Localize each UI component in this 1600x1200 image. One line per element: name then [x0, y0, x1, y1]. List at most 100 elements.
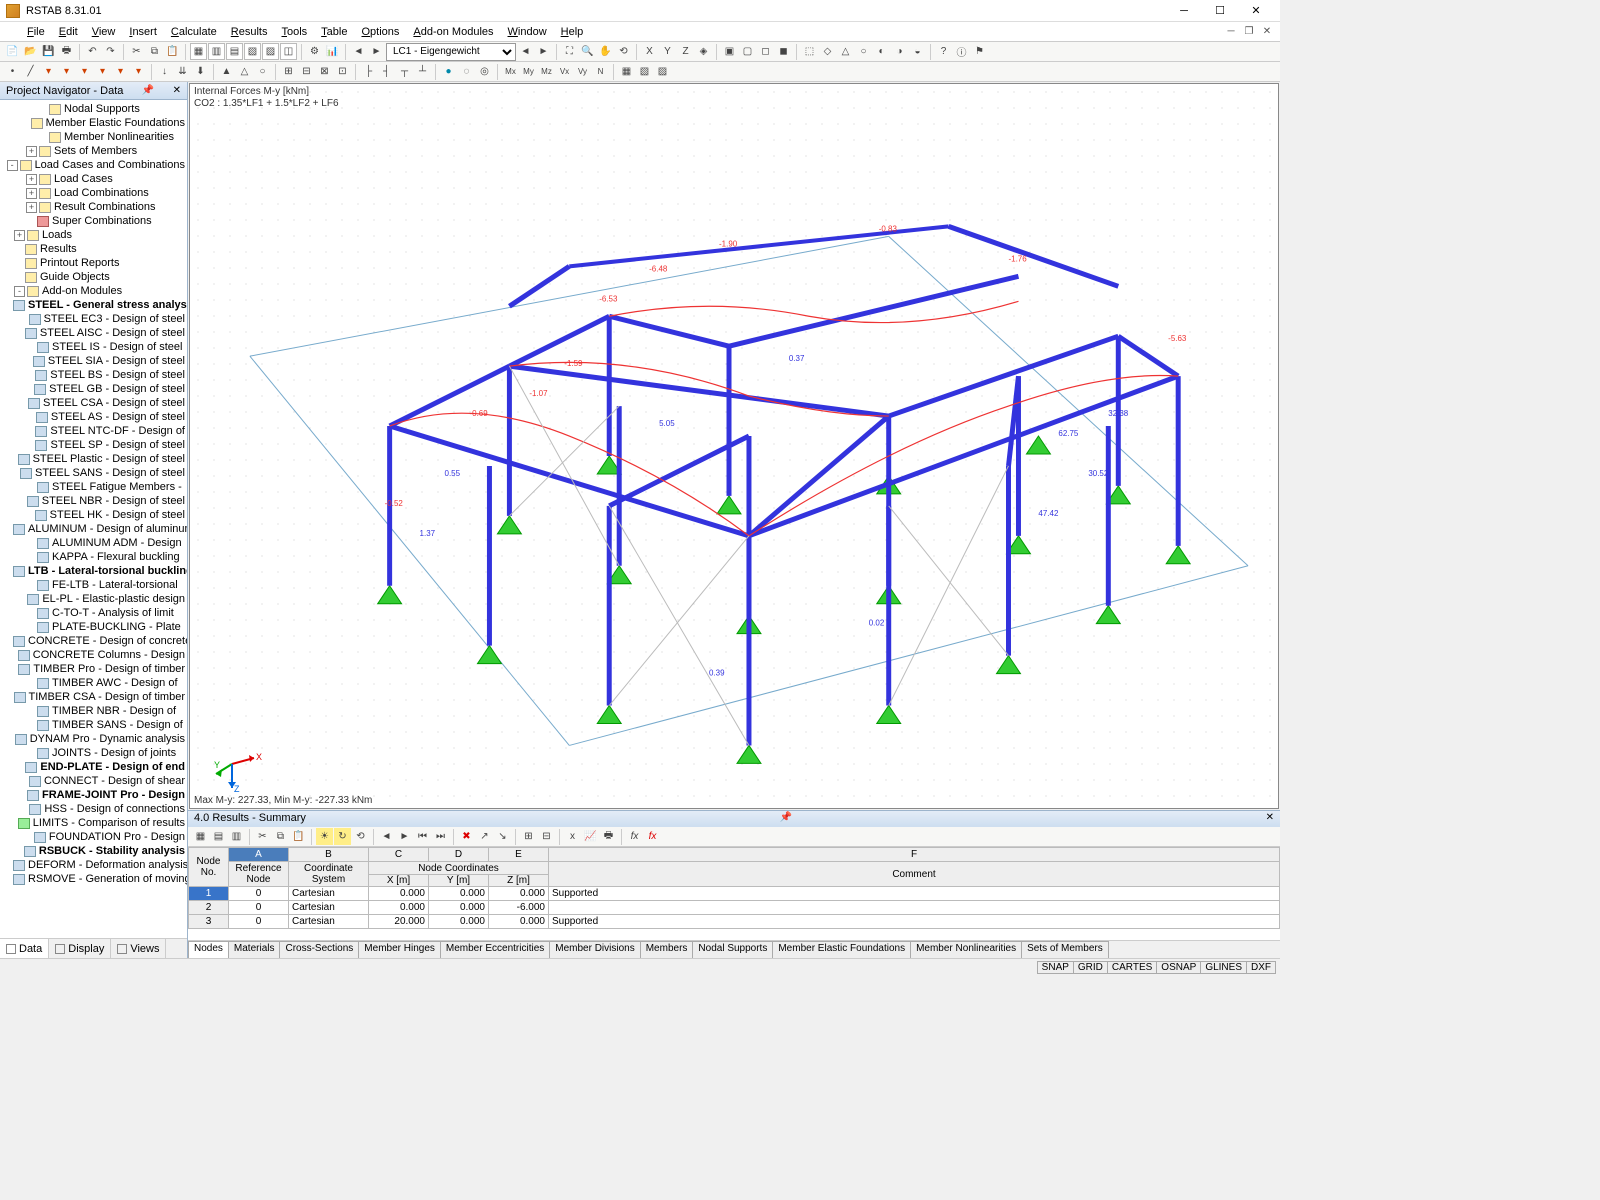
tree-item[interactable]: +Loads — [0, 228, 187, 242]
load2-icon[interactable]: ⇊ — [174, 63, 191, 80]
status-cartes[interactable]: CARTES — [1107, 961, 1157, 974]
misc4-icon[interactable]: ○ — [855, 43, 872, 60]
tree-item[interactable]: Guide Objects — [0, 270, 187, 284]
selector6-icon[interactable]: ▾ — [130, 63, 147, 80]
tree-item[interactable]: STEEL AS - Design of steel — [0, 410, 187, 424]
menu-window[interactable]: Window — [501, 24, 554, 40]
menu-edit[interactable]: Edit — [52, 24, 85, 40]
load3-icon[interactable]: ⬇ — [192, 63, 209, 80]
tree-item[interactable]: END-PLATE - Design of end — [0, 760, 187, 774]
view-x-icon[interactable]: X — [641, 43, 658, 60]
col-letter-c[interactable]: C — [369, 848, 429, 862]
rt-fx2-icon[interactable]: fx — [644, 828, 661, 845]
menu-view[interactable]: View — [85, 24, 123, 40]
tree-item[interactable]: FE-LTB - Lateral-torsional — [0, 578, 187, 592]
rt7-icon[interactable]: ☀ — [316, 828, 333, 845]
tree-item[interactable]: +Result Combinations — [0, 200, 187, 214]
toggle1-icon[interactable]: ▦ — [190, 43, 207, 60]
rt-arr1-icon[interactable]: ↗ — [476, 828, 493, 845]
zoom-in-icon[interactable]: 🔍 — [579, 43, 596, 60]
rt2-icon[interactable]: ▤ — [210, 828, 227, 845]
tree-item[interactable]: TIMBER CSA - Design of timber — [0, 690, 187, 704]
render2-icon[interactable]: ▢ — [739, 43, 756, 60]
mdi-close[interactable]: ✕ — [1258, 26, 1276, 37]
undo-icon[interactable]: ↶ — [84, 43, 101, 60]
tree-item[interactable]: TIMBER Pro - Design of timber — [0, 662, 187, 676]
table-row[interactable]: 10Cartesian0.0000.0000.000Supported — [189, 887, 1280, 901]
tree-item[interactable]: TIMBER AWC - Design of — [0, 676, 187, 690]
tree-item[interactable]: STEEL GB - Design of steel — [0, 382, 187, 396]
tree-item[interactable]: Member Elastic Foundations — [0, 116, 187, 130]
tree-item[interactable]: FOUNDATION Pro - Design — [0, 830, 187, 844]
tree-item[interactable]: PLATE-BUCKLING - Plate — [0, 620, 187, 634]
menu-file[interactable]: File — [20, 24, 52, 40]
dim4-icon[interactable]: ┴ — [414, 63, 431, 80]
selector4-icon[interactable]: ▾ — [94, 63, 111, 80]
rt-fx-icon[interactable]: fx — [626, 828, 643, 845]
vy-icon[interactable]: Vy — [574, 63, 591, 80]
menu-results[interactable]: Results — [224, 24, 275, 40]
tree-item[interactable]: TIMBER NBR - Design of — [0, 704, 187, 718]
tree-item[interactable]: STEEL NTC-DF - Design of — [0, 424, 187, 438]
save-all-icon[interactable]: 🖶 — [58, 43, 75, 60]
col-letter-f[interactable]: F — [549, 848, 1280, 862]
tree-item[interactable]: +Load Cases — [0, 172, 187, 186]
dim3-icon[interactable]: ┬ — [396, 63, 413, 80]
col-coord-sys[interactable]: Coordinate System — [289, 862, 369, 887]
status-osnap[interactable]: OSNAP — [1156, 961, 1201, 974]
results-tab-member-elastic-foundations[interactable]: Member Elastic Foundations — [772, 941, 911, 958]
show2-icon[interactable]: ▧ — [636, 63, 653, 80]
menu-options[interactable]: Options — [354, 24, 406, 40]
selector1-icon[interactable]: ▾ — [40, 63, 57, 80]
tree-item[interactable]: CONCRETE Columns - Design — [0, 648, 187, 662]
rotate-icon[interactable]: ⟲ — [615, 43, 632, 60]
results-tab-member-nonlinearities[interactable]: Member Nonlinearities — [910, 941, 1022, 958]
expand-icon[interactable]: + — [26, 202, 37, 213]
tree-item[interactable]: -Add-on Modules — [0, 284, 187, 298]
opt3-icon[interactable]: ◎ — [476, 63, 493, 80]
results-tab-member-eccentricities[interactable]: Member Eccentricities — [440, 941, 550, 958]
next-icon[interactable]: ► — [368, 43, 385, 60]
tree-item[interactable]: ALUMINUM ADM - Design — [0, 536, 187, 550]
expand-icon[interactable]: + — [26, 174, 37, 185]
tree-item[interactable]: C-TO-T - Analysis of limit — [0, 606, 187, 620]
tree-item[interactable]: Results — [0, 242, 187, 256]
results-tab-nodes[interactable]: Nodes — [188, 941, 229, 958]
rt-excel-icon[interactable]: x — [564, 828, 581, 845]
nav-tab-display[interactable]: Display — [49, 939, 111, 958]
tree-item[interactable]: LIMITS - Comparison of results — [0, 816, 187, 830]
menu-table[interactable]: Table — [314, 24, 354, 40]
menu-add-on-modules[interactable]: Add-on Modules — [406, 24, 500, 40]
model-viewport[interactable]: Internal Forces M-y [kNm] CO2 : 1.35*LF1… — [189, 83, 1279, 809]
rt13-icon[interactable]: ⏭ — [432, 828, 449, 845]
open-icon[interactable]: 📂 — [22, 43, 39, 60]
misc2-icon[interactable]: ◇ — [819, 43, 836, 60]
loadcase-combo[interactable]: LC1 - Eigengewicht — [386, 43, 516, 61]
results-tab-member-divisions[interactable]: Member Divisions — [549, 941, 640, 958]
expand-icon[interactable]: + — [26, 188, 37, 199]
render1-icon[interactable]: ▣ — [721, 43, 738, 60]
tree-item[interactable]: STEEL HK - Design of steel — [0, 508, 187, 522]
menu-tools[interactable]: Tools — [274, 24, 314, 40]
maximize-button[interactable]: ☐ — [1202, 0, 1238, 22]
results-tab-member-hinges[interactable]: Member Hinges — [358, 941, 441, 958]
rt8-icon[interactable]: ↻ — [334, 828, 351, 845]
expand-icon[interactable]: - — [7, 160, 18, 171]
lc-prev-icon[interactable]: ◄ — [517, 43, 534, 60]
tree-item[interactable]: RSMOVE - Generation of moving — [0, 872, 187, 886]
tree-item[interactable]: DEFORM - Deformation analysis — [0, 858, 187, 872]
tree-item[interactable]: Member Nonlinearities — [0, 130, 187, 144]
col-letter-e[interactable]: E — [489, 848, 549, 862]
rt-g2-icon[interactable]: ⊟ — [538, 828, 555, 845]
mdi-restore[interactable]: ❐ — [1240, 26, 1258, 37]
results-grid[interactable]: Node No. A B C D E F Reference Node Coor… — [188, 847, 1280, 940]
misc1-icon[interactable]: ⬚ — [801, 43, 818, 60]
misc3-icon[interactable]: △ — [837, 43, 854, 60]
render3-icon[interactable]: ◻ — [757, 43, 774, 60]
opt1-icon[interactable]: ● — [440, 63, 457, 80]
status-grid[interactable]: GRID — [1073, 961, 1108, 974]
tree-item[interactable]: DYNAM Pro - Dynamic analysis — [0, 732, 187, 746]
grid1-icon[interactable]: ⊞ — [280, 63, 297, 80]
cut-icon[interactable]: ✂ — [128, 43, 145, 60]
tree-item[interactable]: TIMBER SANS - Design of — [0, 718, 187, 732]
